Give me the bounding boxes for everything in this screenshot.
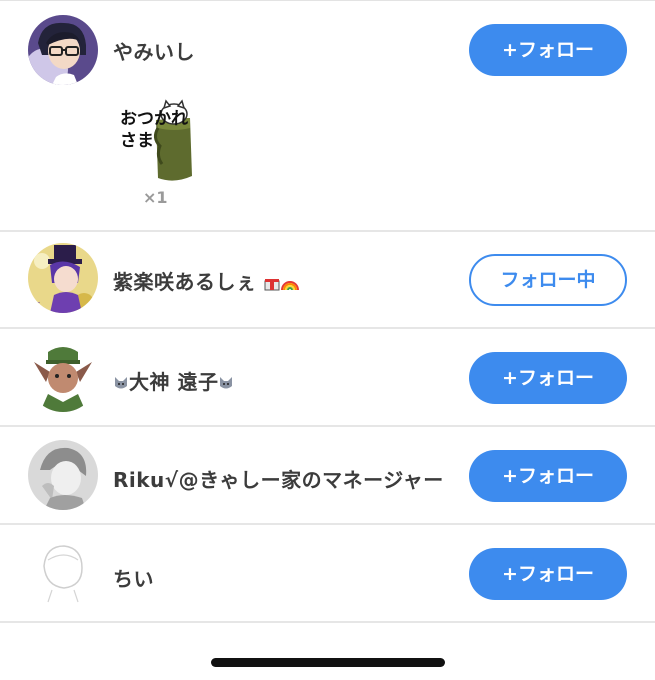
row-divider: [0, 523, 655, 525]
user-name-line[interactable]: 大神 遠子: [113, 366, 234, 396]
user-name[interactable]: ちい: [113, 563, 154, 592]
user-name[interactable]: Riku√@きゃしー家のマネージャー: [113, 464, 444, 493]
avatar-okami[interactable]: [28, 342, 98, 412]
sticker-otsukaresama: おつかれさま: [118, 98, 198, 182]
follow-button[interactable]: +フォロー: [469, 352, 627, 404]
follow-button[interactable]: +フォロー: [469, 450, 627, 502]
home-indicator[interactable]: [211, 658, 445, 667]
avatar-yamiishi[interactable]: [28, 15, 98, 85]
avatar-art-scribble: ~: [34, 298, 41, 307]
rainbow-emoji-icon: [280, 272, 300, 296]
top-divider: [0, 0, 655, 1]
avatar-riku[interactable]: [28, 440, 98, 510]
row-divider: [0, 621, 655, 623]
follow-button[interactable]: +フォロー: [469, 24, 627, 76]
sticker-text-line: さま: [120, 131, 154, 151]
user-name: 大神 遠子: [129, 370, 219, 394]
sticker-text-line: おつかれ: [120, 109, 188, 129]
wolf-emoji-icon: [218, 372, 234, 396]
sticker-count: ×1: [143, 188, 168, 207]
avatar-chii[interactable]: [28, 538, 98, 608]
user-name: 紫楽咲あるしぇ: [113, 270, 257, 294]
follow-button[interactable]: +フォロー: [469, 548, 627, 600]
user-name[interactable]: やみいし: [113, 36, 195, 65]
following-button[interactable]: フォロー中: [469, 254, 627, 306]
user-name-line[interactable]: 紫楽咲あるしぇ: [113, 266, 300, 296]
gift-emoji-icon: [264, 272, 280, 296]
avatar-shigara[interactable]: ~: [28, 243, 98, 313]
row-divider: [0, 327, 655, 329]
row-divider: [0, 230, 655, 232]
wolf-emoji-icon: [113, 372, 129, 396]
row-divider: [0, 425, 655, 427]
